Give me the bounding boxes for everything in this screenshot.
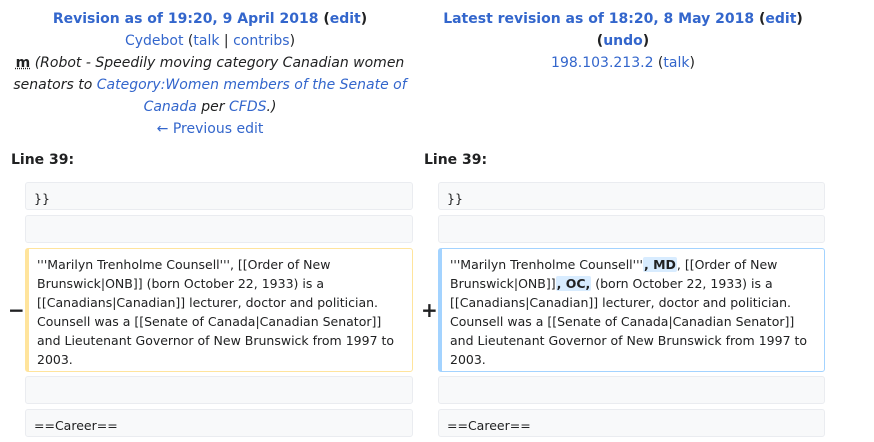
old-user-talk-link[interactable]: talk [193, 33, 219, 49]
old-revision-user-line: Cydebot (talk | contribs) [124, 33, 296, 49]
old-edit-summary: m (Robot - Speedily moving category Cana… [0, 52, 420, 118]
context-line-left-bottom: ==Career== [25, 409, 413, 437]
old-user-contribs-link[interactable]: contribs [233, 33, 289, 49]
old-revision-link[interactable]: Revision as of 19:20, 9 April 2018 [53, 11, 319, 27]
context-line-right-bottom: ==Career== [438, 409, 825, 437]
context-line-right-empty [438, 215, 825, 243]
context-line-right-empty-2 [438, 376, 825, 404]
plus-marker: + [421, 298, 438, 322]
minus-marker: − [8, 298, 25, 322]
deleted-line: '''Marilyn Trenholme Counsell''', [[Orde… [25, 248, 413, 372]
inserted-md: , MD [642, 257, 677, 272]
new-user-link[interactable]: 198.103.213.2 [551, 55, 653, 71]
new-revision-user-line: 198.103.213.2 (talk) [551, 55, 695, 71]
line-number-right: Line 39: [424, 152, 488, 168]
paren-close: ) [796, 11, 803, 27]
minor-edit-flag: m [15, 55, 31, 71]
context-line-right-top: }} [438, 182, 825, 210]
old-revision-header: Revision as of 19:20, 9 April 2018 (edit… [0, 8, 420, 140]
context-line-left-empty-2 [25, 376, 413, 404]
context-line-left-empty [25, 215, 413, 243]
summary-text-3: .) [266, 99, 277, 115]
added-line: '''Marilyn Trenholme Counsell''', MD, [[… [438, 248, 825, 372]
old-user-link[interactable]: Cydebot [125, 33, 184, 49]
new-revision-title: Latest revision as of 18:20, 8 May 2018 … [413, 8, 833, 30]
line-number-left: Line 39: [11, 152, 75, 168]
old-edit-link[interactable]: edit [330, 11, 361, 27]
undo-link[interactable]: undo [603, 33, 643, 49]
new-revision-link[interactable]: Latest revision as of 18:20, 8 May 2018 [443, 11, 754, 27]
new-user-talk-link[interactable]: talk [663, 55, 689, 71]
summary-text-2: per [196, 99, 229, 115]
undo-line: (undo) [596, 33, 650, 49]
new-revision-header: Latest revision as of 18:20, 8 May 2018 … [413, 8, 833, 74]
old-revision-title: Revision as of 19:20, 9 April 2018 (edit… [0, 8, 420, 30]
added-text-1: '''Marilyn Trenholme Counsell''' [450, 257, 643, 272]
summary-cfds-link[interactable]: CFDS [229, 99, 267, 115]
previous-edit-link[interactable]: ← Previous edit [157, 121, 264, 137]
context-line-left-top: }} [25, 182, 413, 210]
new-edit-link[interactable]: edit [765, 11, 796, 27]
inserted-oc: , OC, [555, 276, 592, 291]
paren-close: ) [360, 11, 368, 27]
